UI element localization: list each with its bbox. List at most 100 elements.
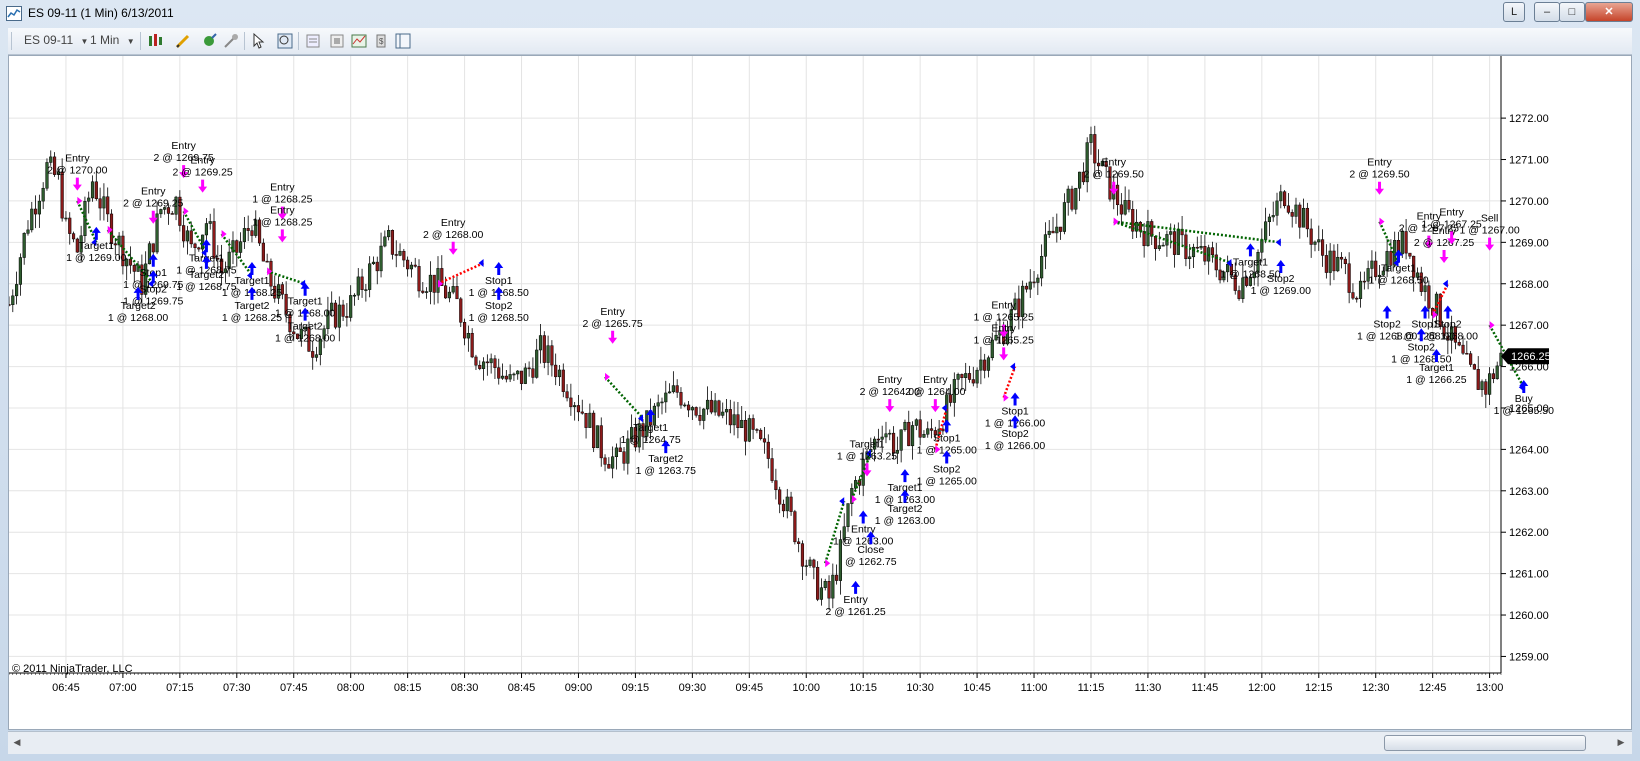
minimize-button[interactable]: –: [1534, 2, 1560, 22]
candle-body: [151, 243, 155, 253]
candle: [535, 338, 539, 379]
candle: [98, 187, 102, 221]
candle-body: [607, 464, 611, 469]
candle-body: [827, 581, 831, 599]
trade-qty-price: 1 @ 1266.25: [1406, 374, 1466, 386]
scroll-left-icon[interactable]: ◀: [10, 735, 24, 749]
candle: [766, 434, 770, 469]
y-tick-label: 1271.00: [1509, 155, 1549, 167]
candle: [971, 366, 975, 387]
candle: [569, 383, 573, 416]
candle: [41, 182, 45, 210]
trade-label: Target2: [887, 503, 922, 515]
candle: [854, 476, 858, 491]
chart-trader-icon[interactable]: [222, 32, 240, 50]
trade-label: Target1: [1381, 263, 1416, 275]
candle: [770, 447, 774, 483]
buy-arrow-icon: [1382, 305, 1392, 319]
candle: [686, 400, 691, 418]
horizontal-scrollbar[interactable]: ◀ ▶: [8, 731, 1632, 754]
trade-annotation: Target11 @ 1269.00: [66, 226, 127, 264]
bar-type-icon[interactable]: [146, 32, 164, 50]
candle-body: [102, 196, 106, 209]
candle-body: [7, 304, 11, 306]
candle-body: [899, 429, 903, 451]
title-bar[interactable]: ES 09-11 (1 Min) 6/13/2011 L – □ ✕: [0, 0, 1640, 26]
candle: [37, 194, 41, 228]
candle-body: [713, 400, 717, 413]
candle: [1131, 200, 1135, 240]
connect-icon[interactable]: [200, 32, 218, 50]
candle: [1320, 229, 1325, 267]
candle: [1355, 296, 1359, 303]
candle: [607, 457, 611, 469]
zoom-icon[interactable]: [276, 32, 294, 50]
y-tick-label: 1260.00: [1509, 610, 1549, 622]
maximize-button[interactable]: □: [1559, 2, 1585, 22]
candle-body: [451, 286, 455, 293]
candle-body: [668, 391, 672, 394]
x-tick-label: 13:00: [1476, 682, 1504, 694]
candle-body: [1267, 216, 1271, 223]
candle: [1484, 378, 1488, 408]
candle-body: [1093, 134, 1097, 164]
buy-arrow-icon: [1010, 392, 1020, 406]
sell-arrow-icon: [930, 399, 940, 413]
candle: [1119, 193, 1123, 225]
candle: [736, 401, 740, 439]
candle-body: [656, 402, 660, 407]
chart-panel[interactable]: 1259.00 1260.00 1261.00 1262.00 1263.00 1264.…: [7, 55, 1632, 730]
cursor-icon[interactable]: [250, 32, 268, 50]
candle-body: [929, 428, 934, 431]
candle: [356, 268, 360, 301]
scroll-thumb[interactable]: [1384, 735, 1586, 751]
candle-body: [1260, 239, 1264, 253]
candle-body: [971, 379, 975, 384]
x-tick-label: 07:00: [109, 682, 137, 694]
strategies-icon[interactable]: $: [372, 32, 390, 50]
candle-body: [785, 496, 789, 512]
candle-body: [1279, 191, 1283, 202]
candle-body: [675, 385, 679, 393]
candle-body: [1408, 252, 1412, 257]
trade-label: Entry: [991, 322, 1016, 334]
candle-body: [1343, 258, 1347, 264]
candle: [417, 259, 421, 298]
candle: [1351, 283, 1355, 300]
candle-body: [1480, 381, 1484, 390]
link-button[interactable]: L: [1503, 2, 1525, 22]
candle-body: [535, 349, 539, 378]
candle: [819, 578, 824, 606]
candle-body: [1362, 280, 1366, 283]
y-tick-label: 1262.00: [1509, 527, 1549, 539]
scroll-right-icon[interactable]: ▶: [1614, 735, 1628, 749]
candle: [797, 537, 801, 553]
instrument-selector[interactable]: ES 09-11 ▼: [24, 33, 88, 47]
candle-body: [459, 298, 463, 323]
sell-arrow-icon: [448, 241, 458, 255]
candle-body: [812, 559, 816, 568]
close-button[interactable]: ✕: [1585, 2, 1633, 22]
candle-body: [170, 213, 174, 215]
drawing-pen-icon[interactable]: [174, 32, 192, 50]
y-tick-label: 1270.00: [1509, 196, 1549, 208]
price-chart[interactable]: 1259.00 1260.00 1261.00 1262.00 1263.00 1264.…: [7, 56, 1631, 729]
candle-body: [352, 294, 357, 297]
trade-qty-price: 1 @ 1265.25: [974, 334, 1034, 346]
panel-icon[interactable]: [394, 32, 412, 50]
candle-body: [1472, 364, 1477, 370]
interval-selector[interactable]: 1 Min ▼: [90, 33, 135, 47]
candles: [7, 125, 1503, 610]
candle-body: [781, 503, 786, 512]
execution-marker: [825, 559, 831, 568]
data-box-icon[interactable]: [304, 32, 322, 50]
candle-body: [983, 359, 987, 371]
indicators-icon[interactable]: [350, 32, 368, 50]
candle: [432, 274, 436, 305]
candle-body: [500, 375, 505, 379]
properties-icon[interactable]: [328, 32, 346, 50]
candle-body: [751, 418, 755, 430]
trade-label: Stop2: [1267, 273, 1295, 285]
candle-body: [1119, 204, 1123, 215]
candle-body: [33, 208, 38, 215]
